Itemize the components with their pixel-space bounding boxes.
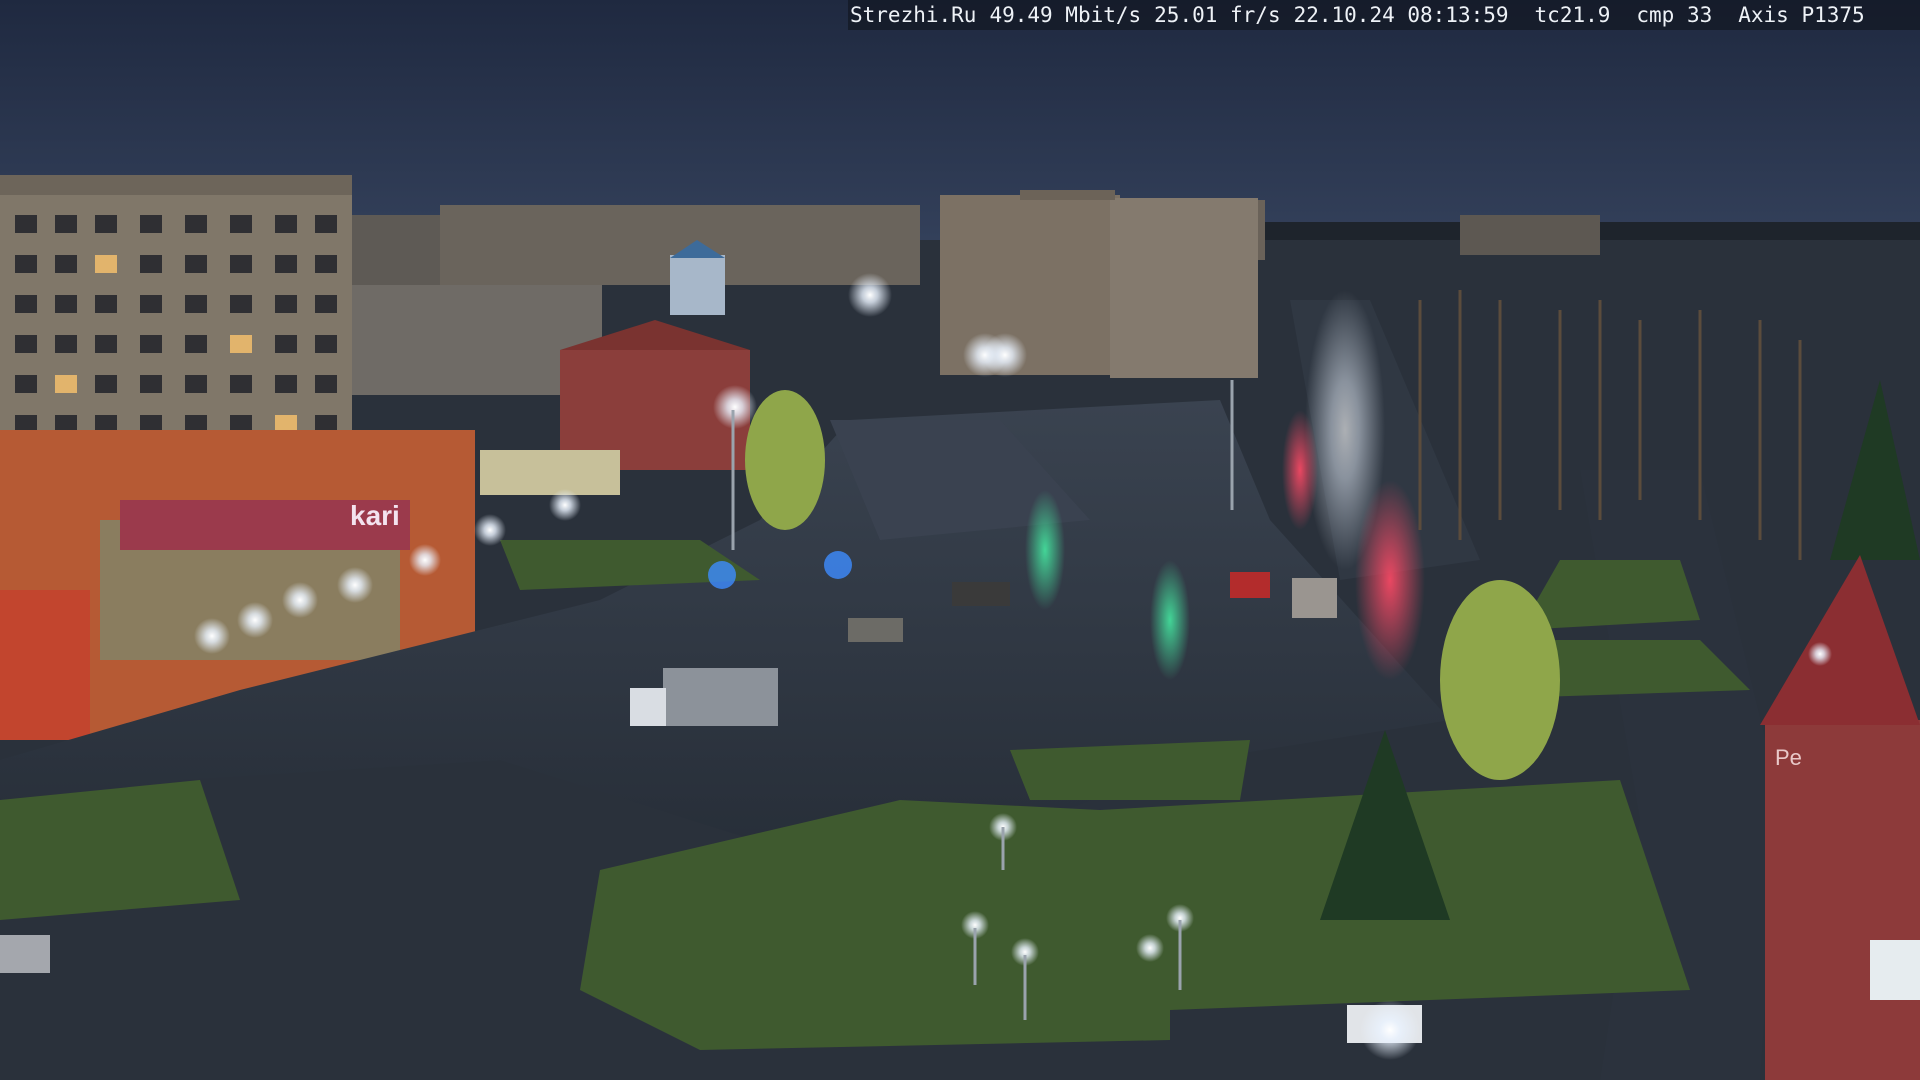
truck-box — [663, 668, 778, 726]
camera-overlay-bar: Strezhi.Ru 49.49 Mbit/s 25.01 fr/s 22.10… — [848, 0, 1920, 30]
car-left — [0, 935, 50, 973]
overlay-compression: cmp 33 — [1636, 3, 1713, 27]
overlay-camera-model: Axis P1375 — [1738, 3, 1865, 27]
overlay-bitrate: 49.49 Mbit/s — [989, 3, 1142, 27]
webcam-scene: kari Pe — [0, 0, 1920, 1080]
bus — [1292, 578, 1337, 618]
red-car — [1230, 572, 1270, 598]
car-dark — [952, 582, 1010, 606]
overlay-temperature: tc21.9 — [1534, 3, 1611, 27]
overlay-site: Strezhi.Ru — [850, 3, 977, 27]
store-sign: kari — [350, 500, 400, 531]
suv — [848, 618, 903, 642]
truck-cab — [630, 688, 666, 726]
street-sign: Pe — [1775, 745, 1802, 770]
overlay-framerate: 25.01 fr/s — [1154, 3, 1281, 27]
overlay-datetime: 22.10.24 08:13:59 — [1293, 3, 1509, 27]
